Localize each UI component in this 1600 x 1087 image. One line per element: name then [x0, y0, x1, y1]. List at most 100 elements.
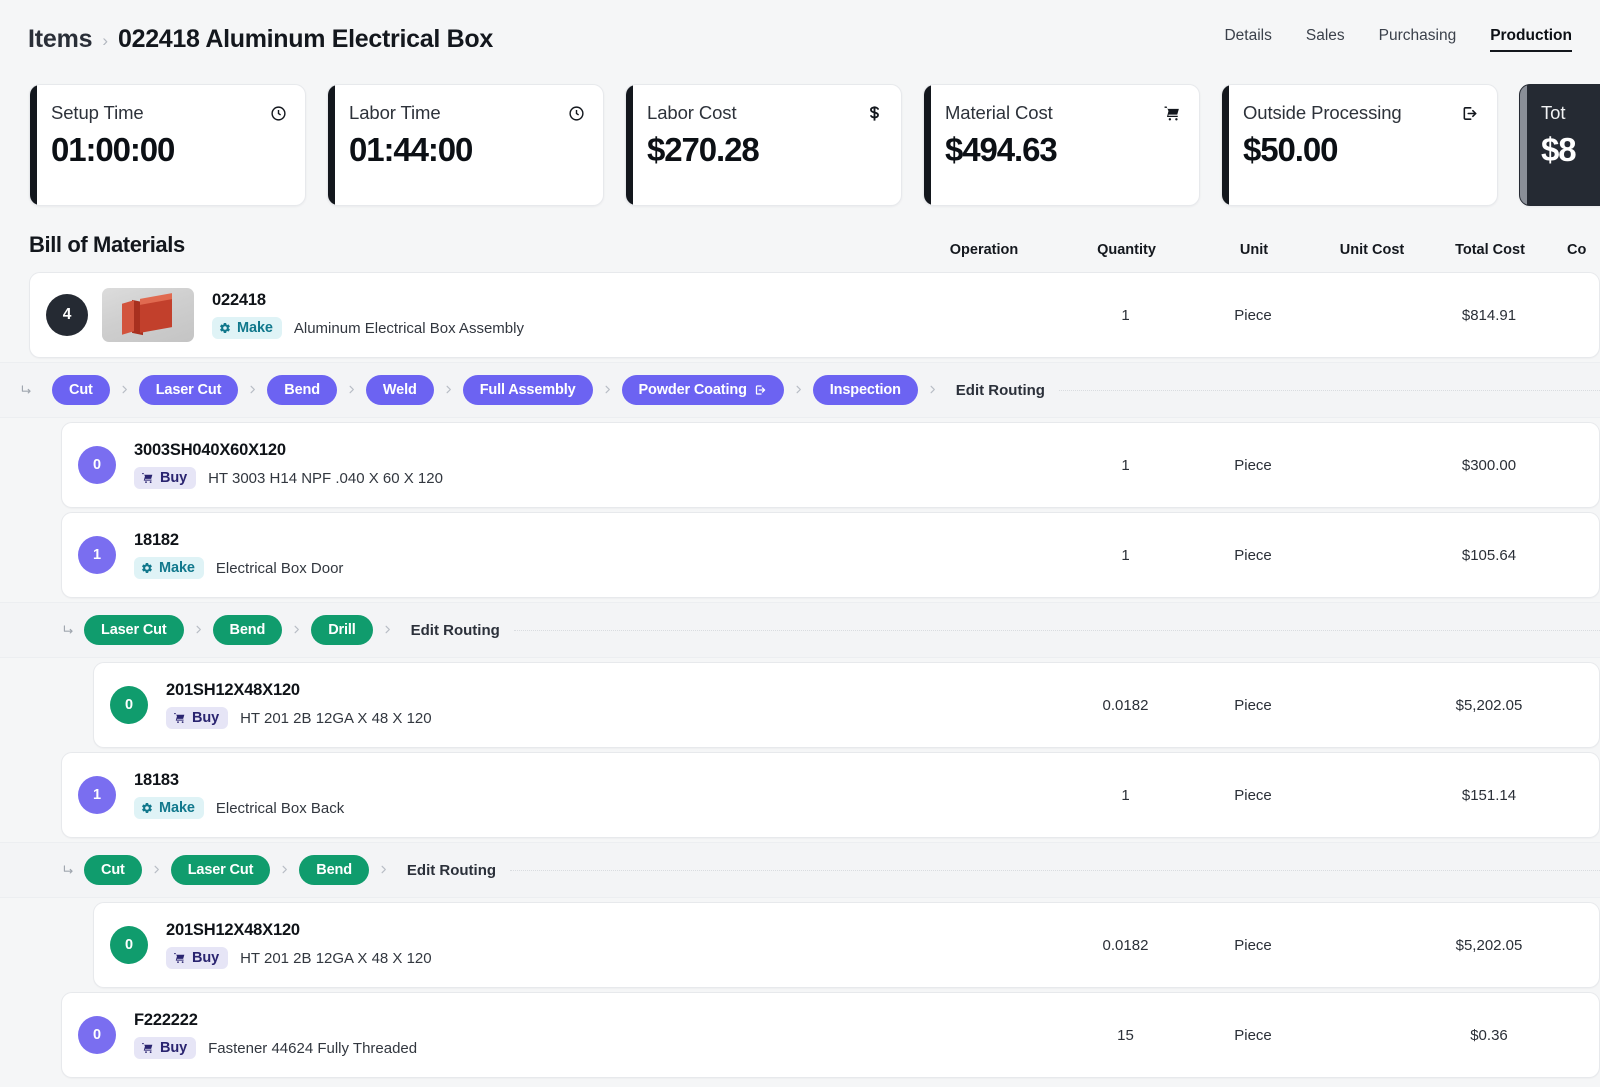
metric-card-labor-time: Labor Time 01:44:00	[327, 84, 604, 206]
routing-operation-pill[interactable]: Laser Cut	[138, 375, 239, 405]
tab-purchasing[interactable]: Purchasing	[1379, 27, 1457, 52]
tab-production[interactable]: Production	[1490, 27, 1572, 52]
routing-operation-label: Cut	[101, 862, 125, 878]
routing-operation-pill[interactable]: Full Assembly	[462, 375, 593, 405]
tab-sales[interactable]: Sales	[1306, 27, 1345, 52]
routing-operation-pill[interactable]: Weld	[365, 375, 434, 405]
item-description: Electrical Box Door	[215, 559, 344, 577]
edit-routing-link[interactable]: Edit Routing	[407, 862, 496, 879]
item-meta: Buy HT 201 2B 12GA X 48 X 120	[166, 707, 432, 729]
item-description: Fastener 44624 Fully Threaded	[208, 1039, 418, 1057]
bom-row[interactable]: 0 3003SH040X60X120 Buy HT 3003 H14 NPF .040…	[61, 422, 1600, 508]
routing-operation-pill[interactable]: Bend	[212, 615, 283, 645]
item-code[interactable]: 022418	[212, 291, 524, 310]
metric-card-row: Setup Time 01:00:00 Labor Time 01:44:00 Labo…	[0, 78, 1600, 206]
bom-row-cells: 15 Piece $0.36	[908, 1027, 1599, 1044]
item-meta: Make Aluminum Electrical Box Assembly	[212, 317, 524, 339]
item-description: Aluminum Electrical Box Assembly	[293, 319, 524, 337]
bom-row[interactable]: 4 022418 Make Aluminum Electrical Box Assem…	[29, 272, 1600, 358]
cell-total-cost: $814.91	[1461, 306, 1517, 324]
cell-quantity: 0.0182	[1102, 936, 1149, 954]
column-header-quantity: Quantity	[1097, 242, 1156, 258]
cell-quantity: 1	[1121, 306, 1130, 324]
routing-operation-pill[interactable]: Cut	[84, 855, 142, 885]
routing-operation-pill[interactable]: Laser Cut	[170, 855, 271, 885]
edit-routing-link[interactable]: Edit Routing	[411, 622, 500, 639]
bom-row-info: 18183 Make Electrical Box Back	[134, 771, 344, 819]
bom-row-info: 201SH12X48X120 Buy HT 201 2B 12GA X 48 X 1…	[166, 921, 432, 969]
item-source-badge-make: Make	[134, 557, 204, 579]
routing-operation-pill[interactable]: Cut	[52, 375, 110, 405]
edit-routing-link[interactable]: Edit Routing	[956, 382, 1045, 399]
cart-icon	[1163, 105, 1181, 122]
column-header-total-cost: Total Cost	[1455, 242, 1525, 258]
routing-operation-pill[interactable]: Laser Cut	[84, 615, 184, 645]
routing-operation-label: Drill	[328, 622, 356, 638]
cell-total-cost: $151.14	[1461, 786, 1517, 804]
dollar-icon	[866, 105, 883, 122]
item-code[interactable]: F222222	[134, 1011, 417, 1030]
cell-total-cost: $5,202.05	[1455, 696, 1523, 714]
cell-total-cost: $105.64	[1461, 546, 1517, 564]
item-source-badge-make: Make	[212, 317, 282, 339]
clock-icon	[568, 105, 585, 122]
item-source-label: Make	[159, 800, 195, 816]
routing-operation-pill[interactable]: Drill	[311, 615, 373, 645]
cell-quantity: 15	[1117, 1026, 1134, 1044]
breadcrumb-separator-icon: ›	[102, 30, 108, 50]
bom-row[interactable]: 0 F222222 Buy Fastener 44624 Fully Threaded…	[61, 992, 1600, 1078]
item-source-label: Make	[237, 320, 273, 336]
tab-details[interactable]: Details	[1224, 27, 1271, 52]
external-link-icon	[754, 384, 767, 396]
metric-card-head: Labor Cost	[647, 102, 883, 124]
column-header-operation: Operation	[949, 242, 1019, 258]
cell-unit: Piece	[1234, 1026, 1272, 1044]
item-code[interactable]: 18182	[134, 531, 343, 550]
bill-of-materials-header: Bill of Materials Operation Quantity Uni…	[0, 206, 1600, 258]
routing-strip: Cut Laser Cut Bend Weld Full Assembly Powder …	[0, 362, 1600, 418]
routing-operation-pill[interactable]: Bend	[267, 375, 337, 405]
arrow-into-icon	[0, 863, 84, 877]
item-meta: Buy Fastener 44624 Fully Threaded	[134, 1037, 417, 1059]
cell-unit: Piece	[1234, 456, 1272, 474]
bom-row[interactable]: 1 18182 Make Electrical Box Door 1 Piece $105.…	[61, 512, 1600, 598]
routing-operation-pill[interactable]: Inspection	[812, 375, 918, 405]
metric-value: $50.00	[1243, 131, 1338, 168]
routing-operation-pill[interactable]: Bend	[299, 855, 369, 885]
bom-row-cells: 1 Piece $151.14	[908, 787, 1599, 804]
routing-operation-label: Cut	[69, 382, 93, 398]
bom-row-level-badge: 4	[46, 294, 88, 336]
chevron-right-icon	[443, 382, 454, 398]
item-code[interactable]: 201SH12X48X120	[166, 921, 432, 940]
metric-label: Labor Cost	[647, 102, 737, 123]
metric-label: Tot	[1541, 102, 1566, 123]
item-code[interactable]: 18183	[134, 771, 344, 790]
arrow-into-icon	[0, 623, 84, 637]
cell-total-cost: $5,202.05	[1455, 936, 1523, 954]
cell-quantity: 1	[1121, 786, 1130, 804]
metric-value: $270.28	[647, 131, 760, 168]
cell-unit: Piece	[1234, 696, 1272, 714]
bom-row[interactable]: 0 201SH12X48X120 Buy HT 201 2B 12GA X 48 X …	[93, 662, 1600, 748]
item-code[interactable]: 201SH12X48X120	[166, 681, 432, 700]
bom-row-info: 201SH12X48X120 Buy HT 201 2B 12GA X 48 X 1…	[166, 681, 432, 729]
bom-row-level-badge: 1	[78, 536, 116, 574]
page-tabs: Details Sales Purchasing Production	[1224, 27, 1572, 52]
metric-card-tot: Tot $8	[1519, 84, 1600, 206]
item-code[interactable]: 3003SH040X60X120	[134, 441, 443, 460]
bom-row[interactable]: 1 18183 Make Electrical Box Back 1 Piece $151.…	[61, 752, 1600, 838]
metric-value: $494.63	[945, 131, 1058, 168]
arrow-into-icon	[0, 383, 52, 397]
bom-row-cells: 0.0182 Piece $5,202.05	[908, 697, 1599, 714]
cell-quantity: 1	[1121, 546, 1130, 564]
cell-unit: Piece	[1234, 936, 1272, 954]
routing-strip: Cut Laser Cut Bend Edit Routing	[0, 842, 1600, 898]
metric-label: Setup Time	[51, 102, 144, 123]
bom-row[interactable]: 0 201SH12X48X120 Buy HT 201 2B 12GA X 48 X …	[93, 902, 1600, 988]
cell-quantity: 1	[1121, 456, 1130, 474]
gear-icon	[141, 562, 153, 574]
routing-operation-pill[interactable]: Powder Coating	[621, 375, 784, 405]
bom-row-level-badge: 0	[110, 686, 148, 724]
item-source-label: Make	[159, 560, 195, 576]
breadcrumb-root-link[interactable]: Items	[28, 25, 93, 54]
